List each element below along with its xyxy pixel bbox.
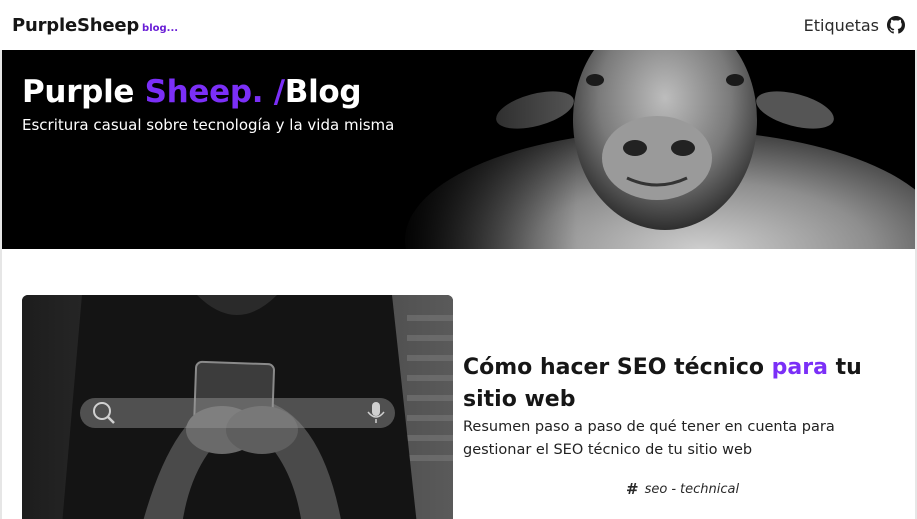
nav-link-tags[interactable]: Etiquetas xyxy=(804,16,879,35)
hash-icon: # xyxy=(626,480,639,498)
tag-separator: - xyxy=(671,481,677,497)
post-summary: Resumen paso a paso de qué tener en cuen… xyxy=(463,419,835,458)
post-title-accent: para xyxy=(771,355,828,380)
nav-links: Etiquetas xyxy=(804,16,905,35)
post-title-part1: Cómo hacer SEO técnico xyxy=(463,355,772,380)
hero-subtitle: Escritura casual sobre tecnología y la v… xyxy=(22,116,395,134)
hero-title: Purple Sheep. /Blog xyxy=(22,74,362,110)
hero-title-accent: Sheep. / xyxy=(144,74,285,110)
phone-search-photo xyxy=(22,295,453,519)
hero-banner: Purple Sheep. /Blog Escritura casual sob… xyxy=(2,50,915,249)
navbar: PurpleSheep blog... Etiquetas xyxy=(0,0,917,50)
sheep-photo xyxy=(395,50,915,249)
post-tags: # seo - technical xyxy=(626,480,739,498)
post-image-link[interactable] xyxy=(22,295,453,519)
github-icon[interactable] xyxy=(887,16,905,34)
tag-seo[interactable]: seo xyxy=(645,482,668,497)
brand-name: PurpleSheep xyxy=(12,14,140,36)
tag-technical[interactable]: technical xyxy=(680,482,739,497)
brand-logo-link[interactable]: PurpleSheep blog... xyxy=(12,15,178,36)
hero-title-part1: Purple xyxy=(22,74,145,110)
hero-title-part2: Blog xyxy=(284,74,362,110)
post-title[interactable]: Cómo hacer SEO técnico para tu sitio web xyxy=(463,352,903,416)
brand-subtitle: blog... xyxy=(142,22,179,34)
